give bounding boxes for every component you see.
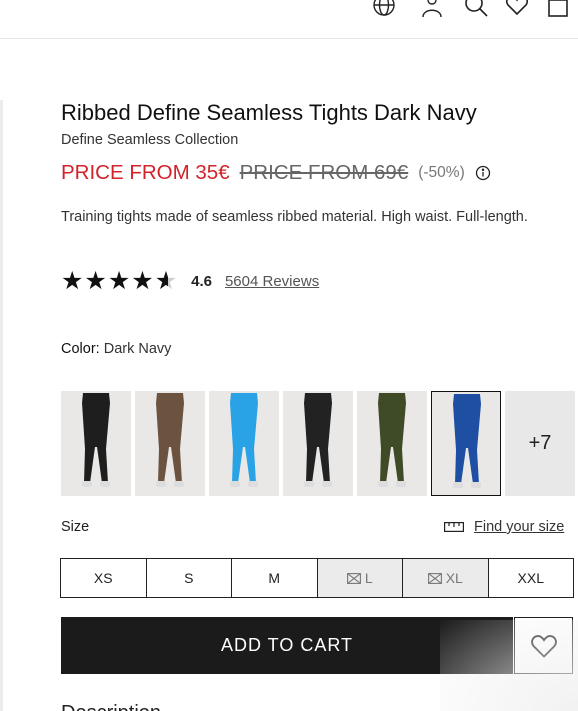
size-option-label: XL: [445, 570, 463, 586]
half-star-icon: ★: [154, 267, 178, 295]
color-value: Dark Navy: [103, 341, 172, 357]
size-option-l[interactable]: L: [317, 559, 403, 597]
rating-row: ★ ★ ★ ★ ★ 4.6 5604 Reviews: [61, 268, 319, 294]
ruler-icon: [444, 522, 464, 532]
star-icon: ★: [84, 267, 107, 295]
product-collection: Define Seamless Collection: [61, 132, 239, 148]
size-option-xl[interactable]: XL: [403, 559, 489, 597]
product-title: Ribbed Define Seamless Tights Dark Navy: [61, 100, 477, 125]
star-icon: ★: [131, 267, 154, 295]
top-nav-bar: [0, 0, 578, 39]
size-option-label: XS: [93, 570, 113, 586]
heart-icon: [530, 634, 557, 658]
star-icon: ★: [107, 267, 131, 295]
star-icon: ★: [61, 267, 84, 295]
rating-value: 4.6: [191, 272, 212, 290]
size-option-m[interactable]: M: [232, 559, 318, 597]
heart-icon[interactable]: [504, 0, 530, 16]
description-heading[interactable]: Description: [61, 702, 161, 711]
size-option-xs[interactable]: XS: [61, 559, 147, 597]
swatch-black[interactable]: [61, 391, 131, 496]
size-label: Size: [61, 519, 90, 535]
swatch-dark-navy[interactable]: [431, 391, 501, 496]
rating-stars: ★ ★ ★ ★ ★: [61, 268, 177, 294]
size-option-label: L: [364, 570, 373, 586]
bag-icon[interactable]: [545, 0, 571, 17]
info-icon[interactable]: [475, 165, 491, 181]
find-size-label: Find your size: [474, 519, 565, 535]
left-divider: [0, 100, 3, 711]
out-of-stock-icon: [346, 572, 361, 584]
add-to-cart-button[interactable]: ADD TO CART: [61, 617, 513, 674]
find-size-link[interactable]: Find your size: [444, 519, 564, 535]
color-row: Color: Dark Navy: [61, 341, 171, 357]
size-option-label: M: [268, 570, 281, 586]
size-option-s[interactable]: S: [147, 559, 232, 597]
color-label: Color:: [61, 341, 100, 357]
wishlist-button[interactable]: [514, 617, 573, 674]
user-icon[interactable]: [419, 0, 445, 17]
discount-badge: (-50%): [418, 164, 465, 181]
size-option-label: S: [184, 570, 194, 586]
swatch-sky-blue[interactable]: [209, 391, 279, 496]
swatch-olive[interactable]: [357, 391, 427, 496]
product-description: Training tights made of seamless ribbed …: [61, 209, 528, 225]
color-swatches: +7: [61, 391, 575, 496]
current-price: PRICE FROM 35€: [61, 161, 230, 184]
swatch-brown[interactable]: [135, 391, 205, 496]
price-row: PRICE FROM 35€ PRICE FROM 69€ (-50%): [61, 161, 491, 185]
swatch-black-2[interactable]: [283, 391, 353, 496]
size-option-label: XXL: [517, 570, 544, 586]
size-selector: XS S M L XL XXL: [60, 558, 574, 598]
reviews-link[interactable]: 5604 Reviews: [225, 273, 319, 290]
globe-icon[interactable]: [371, 0, 397, 16]
size-option-xxl[interactable]: XXL: [489, 559, 574, 597]
search-icon[interactable]: [463, 0, 489, 17]
out-of-stock-icon: [427, 572, 442, 584]
original-price: PRICE FROM 69€: [239, 161, 409, 184]
more-colors-button[interactable]: +7: [505, 391, 575, 496]
